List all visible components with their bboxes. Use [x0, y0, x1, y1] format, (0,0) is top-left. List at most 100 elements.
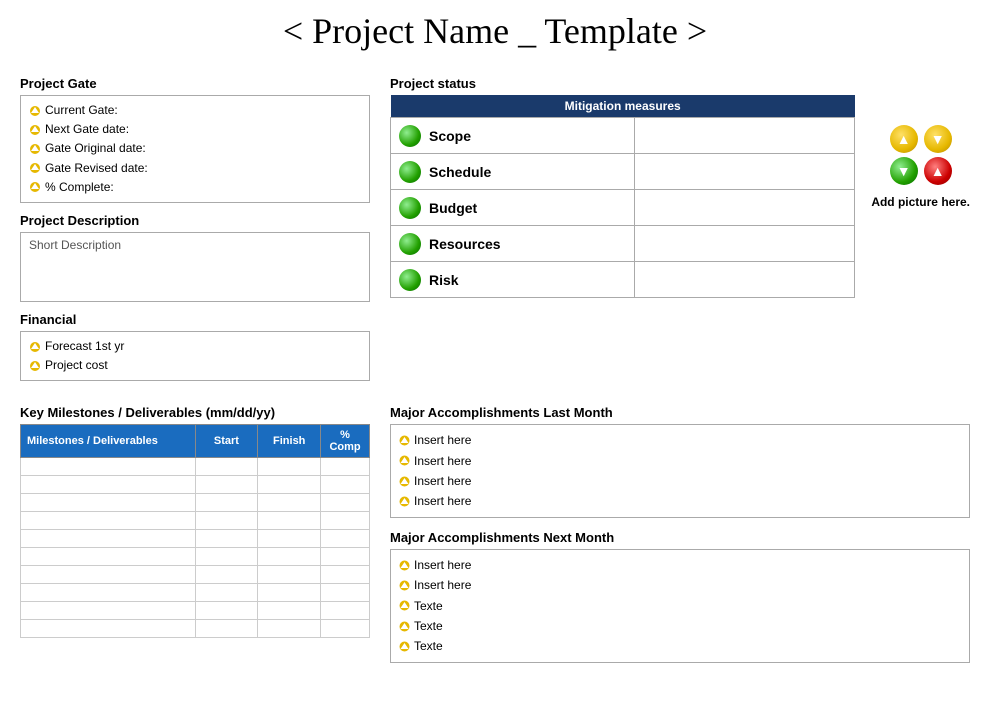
status-table: Mitigation measures Scope [390, 95, 855, 298]
acc-next-item-4: Texte [399, 616, 961, 636]
start-col-header: Start [195, 425, 258, 458]
table-row [21, 476, 370, 494]
right-column: Project status Mitigation measures Scope [390, 66, 970, 298]
acc-last-item-1: Insert here [399, 430, 961, 450]
acc-last-item-2: Insert here [399, 451, 961, 471]
accomplishments-next-box: Insert here Insert here Texte Texte Text… [390, 549, 970, 663]
status-label-resources: Resources [391, 226, 635, 262]
project-description-title: Project Description [20, 213, 370, 228]
side-icons: ▲ ▼ ▼ ▲ Add picture here. [871, 95, 970, 209]
status-label-budget: Budget [391, 190, 635, 226]
icons-row-top: ▲ ▼ [890, 125, 952, 153]
milestones-header-row: Milestones / Deliverables Start Finish %… [21, 425, 370, 458]
financial-item-2: Project cost [29, 356, 361, 375]
green-ball-risk [399, 269, 421, 291]
add-picture-text: Add picture here. [871, 195, 970, 209]
financial-title: Financial [20, 312, 370, 327]
comp-col-header: % Comp [321, 425, 370, 458]
status-header-row: Mitigation measures [391, 95, 855, 118]
table-row [21, 620, 370, 638]
arrow-up-red-icon: ▲ [924, 157, 952, 185]
acc-bullet-4 [399, 496, 410, 507]
status-row-resources: Resources [391, 226, 855, 262]
arrow-up-yellow-icon: ▲ [890, 125, 918, 153]
status-label-schedule: Schedule [391, 154, 635, 190]
table-row [21, 548, 370, 566]
mitigation-schedule [635, 154, 855, 190]
status-table-wrap: Mitigation measures Scope [390, 95, 855, 298]
mitigation-resources [635, 226, 855, 262]
milestones-section: Key Milestones / Deliverables (mm/dd/yy)… [20, 395, 370, 663]
green-ball-resources [399, 233, 421, 255]
table-row [21, 512, 370, 530]
accomplishments-last-box: Insert here Insert here Insert here Inse… [390, 424, 970, 518]
status-row-budget: Budget [391, 190, 855, 226]
financial-box: Forecast 1st yr Project cost [20, 331, 370, 381]
acc-next-item-5: Texte [399, 636, 961, 656]
status-label-scope: Scope [391, 118, 635, 154]
bullet-icon-4 [29, 162, 41, 174]
acc-bullet-3 [399, 476, 410, 487]
gate-item-1: Current Gate: [29, 101, 361, 120]
mitigation-risk [635, 262, 855, 298]
table-row [21, 458, 370, 476]
gate-item-2: Next Gate date: [29, 120, 361, 139]
main-layout: Project Gate Current Gate: Next Gate dat… [20, 66, 970, 381]
financial-item-1: Forecast 1st yr [29, 337, 361, 356]
milestones-col-header: Milestones / Deliverables [21, 425, 196, 458]
finish-col-header: Finish [258, 425, 321, 458]
status-section: Mitigation measures Scope [390, 95, 970, 298]
acc-next-bullet-1 [399, 560, 410, 571]
icons-row-bottom: ▼ ▲ [890, 157, 952, 185]
green-ball-scope [399, 125, 421, 147]
gate-item-5: % Complete: [29, 178, 361, 197]
table-row [21, 566, 370, 584]
page-title: < Project Name _ Template > [20, 10, 970, 52]
milestones-title: Key Milestones / Deliverables (mm/dd/yy) [20, 405, 370, 420]
table-row [21, 530, 370, 548]
acc-next-item-1: Insert here [399, 555, 961, 575]
accomplishments-column: Major Accomplishments Last Month Insert … [390, 395, 970, 663]
status-row-risk: Risk [391, 262, 855, 298]
green-ball-budget [399, 197, 421, 219]
left-column: Project Gate Current Gate: Next Gate dat… [20, 66, 370, 381]
mitigation-budget [635, 190, 855, 226]
project-description-box: Short Description [20, 232, 370, 302]
acc-next-item-3: Texte [399, 596, 961, 616]
bullet-icon-3 [29, 143, 41, 155]
acc-next-item-2: Insert here [399, 575, 961, 595]
acc-next-bullet-3 [399, 600, 410, 611]
arrow-down-green-icon: ▼ [890, 157, 918, 185]
bullet-icon-2 [29, 124, 41, 136]
arrow-down-yellow-icon: ▼ [924, 125, 952, 153]
acc-next-bullet-5 [399, 641, 410, 652]
bottom-layout: Key Milestones / Deliverables (mm/dd/yy)… [20, 395, 970, 663]
table-row [21, 584, 370, 602]
milestones-table: Milestones / Deliverables Start Finish %… [20, 424, 370, 638]
green-ball-schedule [399, 161, 421, 183]
accomplishments-last-title: Major Accomplishments Last Month [390, 405, 970, 420]
mitigation-scope [635, 118, 855, 154]
financial-bullet-2 [29, 360, 41, 372]
bullet-icon-5 [29, 181, 41, 193]
project-gate-box: Current Gate: Next Gate date: Gate Origi… [20, 95, 370, 203]
acc-next-bullet-2 [399, 580, 410, 591]
acc-bullet-2 [399, 455, 410, 466]
acc-last-item-4: Insert here [399, 491, 961, 511]
status-row-schedule: Schedule [391, 154, 855, 190]
bullet-icon-1 [29, 105, 41, 117]
project-gate-title: Project Gate [20, 76, 370, 91]
table-row [21, 602, 370, 620]
table-row [21, 494, 370, 512]
gate-item-3: Gate Original date: [29, 139, 361, 158]
status-label-risk: Risk [391, 262, 635, 298]
acc-next-bullet-4 [399, 621, 410, 632]
short-description-text: Short Description [29, 238, 121, 252]
mitigation-header: Mitigation measures [391, 95, 855, 118]
status-row-scope: Scope [391, 118, 855, 154]
financial-bullet-1 [29, 341, 41, 353]
gate-item-4: Gate Revised date: [29, 159, 361, 178]
acc-bullet-1 [399, 435, 410, 446]
accomplishments-next-title: Major Accomplishments Next Month [390, 530, 970, 545]
acc-last-item-3: Insert here [399, 471, 961, 491]
